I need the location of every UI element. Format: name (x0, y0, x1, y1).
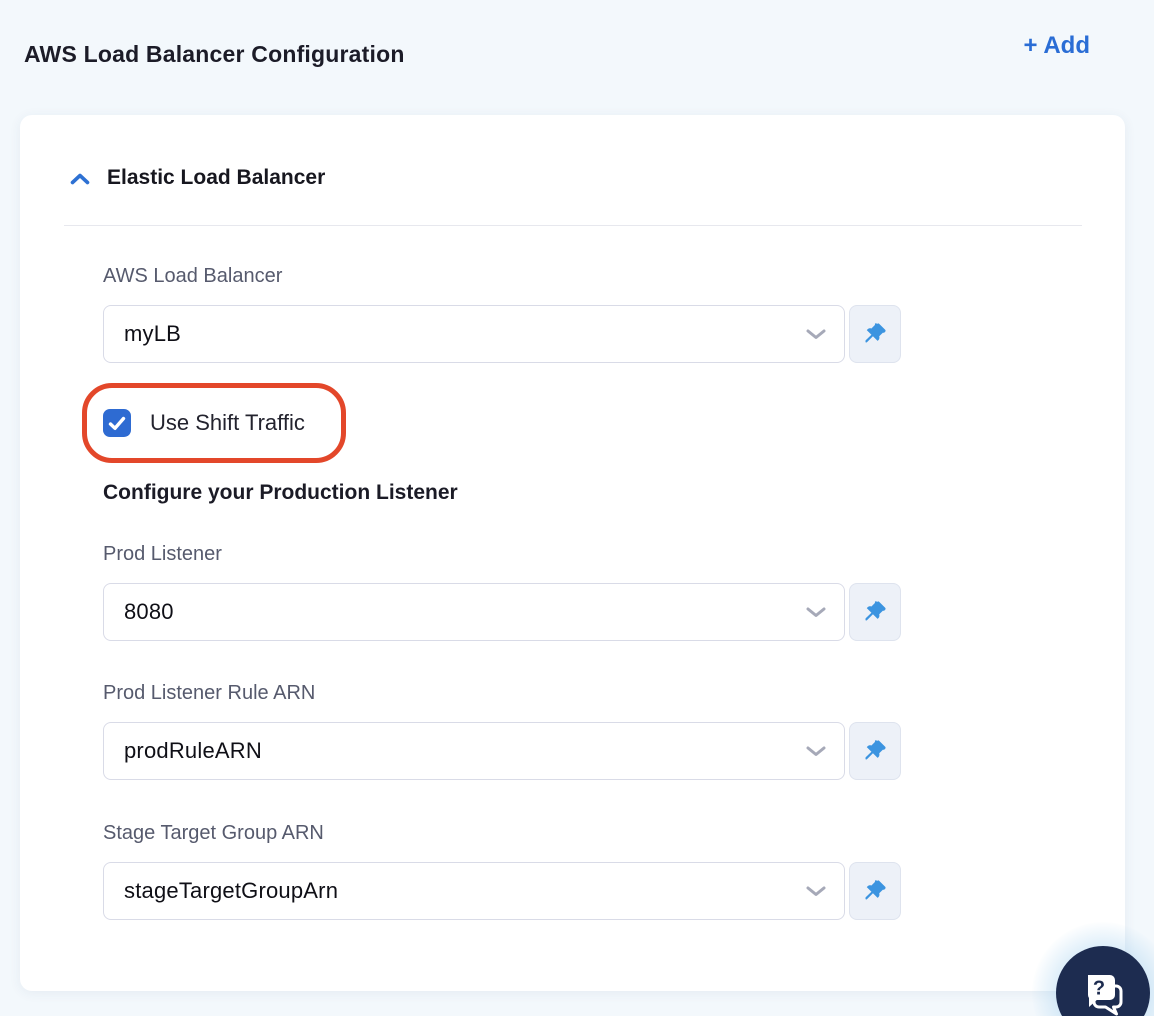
pushpin-icon (862, 738, 888, 764)
prod-listener-widget: 8080 (103, 583, 901, 641)
prod-listener-rule-arn-select[interactable]: prodRuleARN (103, 722, 845, 780)
prod-listener-select[interactable]: 8080 (103, 583, 845, 641)
pin-button[interactable] (849, 722, 901, 780)
add-button[interactable]: + Add (1024, 32, 1090, 60)
stage-target-group-arn-select[interactable]: stageTargetGroupArn (103, 862, 845, 920)
load-balancer-config-card: Elastic Load Balancer AWS Load Balancer … (20, 115, 1125, 991)
pin-button[interactable] (849, 305, 901, 363)
aws-load-balancer-select[interactable]: myLB (103, 305, 845, 363)
prod-listener-rule-arn-label: Prod Listener Rule ARN (103, 682, 316, 704)
chevron-down-icon (805, 328, 827, 340)
stage-target-group-arn-label: Stage Target Group ARN (103, 822, 324, 844)
help-chat-icon: ? (1079, 969, 1127, 1016)
svg-text:?: ? (1093, 978, 1105, 1000)
chevron-down-icon (805, 606, 827, 618)
chevron-up-icon (70, 172, 90, 185)
checkmark-icon (108, 416, 126, 431)
production-listener-heading: Configure your Production Listener (103, 481, 458, 504)
pin-button[interactable] (849, 583, 901, 641)
page-title: AWS Load Balancer Configuration (24, 41, 405, 67)
pushpin-icon (862, 321, 888, 347)
section-divider (64, 225, 1082, 226)
section-title: Elastic Load Balancer (107, 166, 326, 189)
pushpin-icon (862, 878, 888, 904)
section-elastic-load-balancer[interactable]: Elastic Load Balancer (20, 115, 325, 190)
prod-listener-label: Prod Listener (103, 543, 222, 565)
annotation-highlight-box: Use Shift Traffic (82, 383, 346, 463)
chevron-down-icon (805, 885, 827, 897)
select-value: stageTargetGroupArn (124, 878, 339, 903)
stage-target-group-arn-widget: stageTargetGroupArn (103, 862, 901, 920)
aws-load-balancer-widget: myLB (103, 305, 901, 363)
select-value: myLB (124, 321, 182, 346)
config-form: AWS Load Balancer myLB Use Shift Traffic… (20, 264, 901, 920)
pin-button[interactable] (849, 862, 901, 920)
select-value: 8080 (124, 599, 174, 624)
page-header: AWS Load Balancer Configuration + Add (0, 0, 1154, 68)
pushpin-icon (862, 599, 888, 625)
chevron-down-icon (805, 745, 827, 757)
aws-load-balancer-label: AWS Load Balancer (103, 265, 283, 287)
use-shift-traffic-label: Use Shift Traffic (150, 410, 305, 435)
select-value: prodRuleARN (124, 738, 262, 763)
use-shift-traffic-checkbox[interactable] (103, 409, 131, 437)
prod-listener-rule-arn-widget: prodRuleARN (103, 722, 901, 780)
